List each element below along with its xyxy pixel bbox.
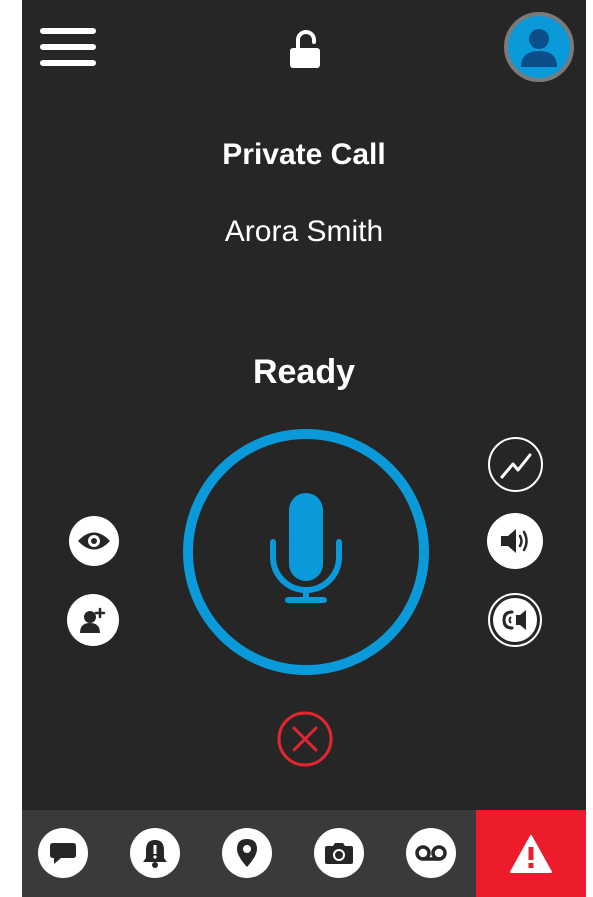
message-icon — [50, 843, 76, 864]
call-status: Ready — [252, 353, 356, 391]
messages-button[interactable] — [38, 828, 88, 878]
add-user-icon — [80, 607, 106, 633]
alerts-button[interactable] — [130, 828, 180, 878]
activity-trend-icon — [500, 453, 531, 478]
emergency-button[interactable] — [476, 810, 586, 897]
activity-button[interactable] — [488, 437, 543, 492]
hamburger-menu-icon[interactable] — [40, 28, 96, 68]
push-to-talk-button[interactable] — [181, 427, 431, 677]
monitor-button[interactable] — [69, 516, 119, 566]
voicemail-button[interactable] — [406, 828, 456, 878]
contact-name: Arora Smith — [224, 215, 384, 248]
eye-icon — [78, 532, 110, 550]
earpiece-icon — [502, 610, 526, 630]
location-pin-icon — [237, 839, 257, 867]
alert-bell-icon — [143, 840, 167, 868]
unlocked-padlock-icon[interactable] — [290, 30, 320, 70]
earpiece-button[interactable] — [488, 593, 542, 647]
speaker-button[interactable] — [487, 513, 543, 569]
user-avatar-icon[interactable] — [504, 12, 574, 82]
location-button[interactable] — [222, 828, 272, 878]
bottom-nav-bar — [22, 810, 586, 897]
close-x-icon — [277, 711, 333, 767]
speaker-volume-icon — [501, 529, 528, 553]
app-screen: Private Call Arora Smith Ready — [22, 0, 586, 897]
camera-button[interactable] — [314, 828, 364, 878]
call-type-label: Private Call — [222, 138, 386, 171]
warning-triangle-icon — [510, 834, 552, 873]
microphone-icon — [270, 493, 342, 603]
add-participant-button[interactable] — [67, 594, 119, 646]
camera-icon — [325, 843, 353, 864]
voicemail-icon — [415, 845, 447, 861]
end-call-button[interactable] — [276, 710, 334, 768]
